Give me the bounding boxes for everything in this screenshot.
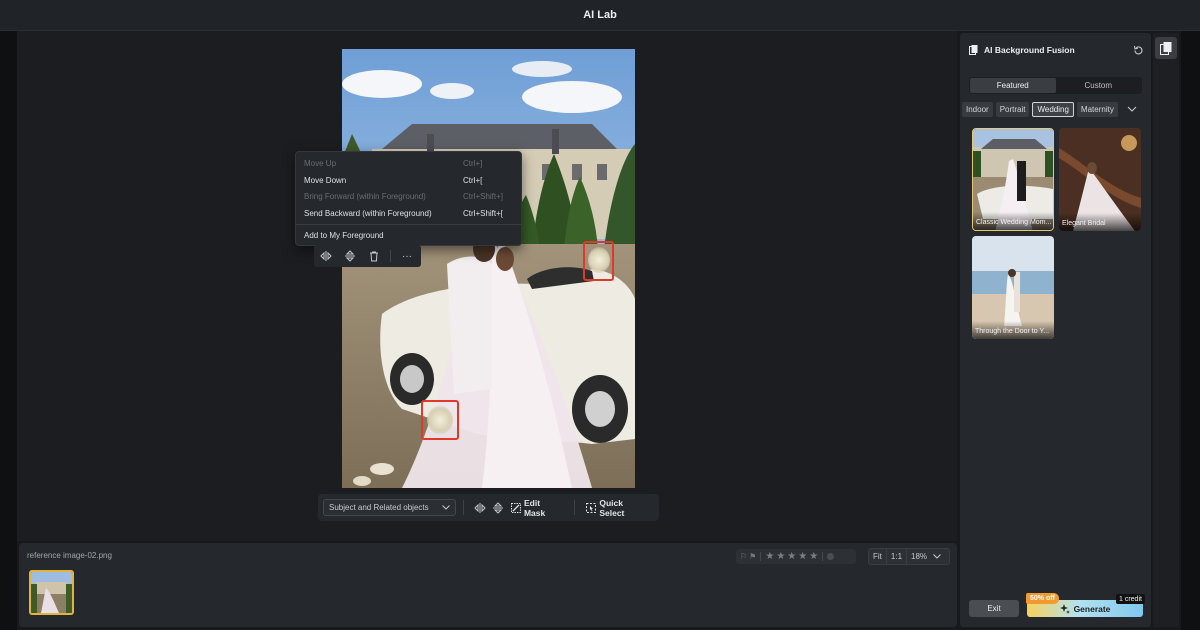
star-icon[interactable]: ★ [787, 551, 796, 562]
rating-divider [760, 552, 762, 561]
filmstrip-thumbnail[interactable] [29, 570, 74, 615]
flag-reject-icon[interactable]: ⚐ [740, 552, 747, 561]
menu-item-add-to-foreground[interactable]: Add to My Foreground [296, 227, 521, 243]
ai-background-fusion-panel: AI Background Fusion Featured Custom Ind… [960, 33, 1151, 627]
preset-label: Classic Wedding Mom... [973, 212, 1053, 230]
preset-card-classic-wedding[interactable]: Classic Wedding Mom... [972, 128, 1054, 231]
flip-horizontal-icon[interactable] [314, 245, 338, 267]
selection-mode-value: Subject and Related objects [329, 503, 429, 512]
flip-vertical-icon[interactable] [489, 498, 507, 518]
right-tool-rail [1153, 33, 1179, 627]
artifact-patch-lower [427, 406, 453, 434]
toolbar-divider [463, 500, 465, 515]
left-gutter [0, 31, 17, 630]
category-chips: Indoor Portrait Wedding Maternity [962, 101, 1149, 117]
tab-featured[interactable]: Featured [970, 78, 1056, 93]
quick-select-icon [586, 502, 597, 513]
right-gutter [1181, 31, 1200, 630]
selection-mode-dropdown[interactable]: Subject and Related objects [323, 499, 457, 516]
category-indoor[interactable]: Indoor [962, 101, 993, 117]
zoom-level-dropdown[interactable]: 18% [907, 549, 945, 564]
star-icon[interactable]: ★ [798, 551, 807, 562]
panel-title: AI Background Fusion [969, 45, 1075, 55]
menu-item-bring-forward[interactable]: Bring Forward (within Foreground) Ctrl+S… [296, 188, 521, 204]
category-wedding[interactable]: Wedding [1032, 101, 1074, 117]
panel-header: AI Background Fusion [969, 43, 1144, 57]
reset-icon[interactable] [1133, 45, 1144, 56]
tab-custom[interactable]: Custom [1056, 78, 1142, 93]
credit-badge: 1 credit [1116, 594, 1145, 604]
flag-pick-icon[interactable]: ⚑ [749, 552, 756, 561]
canvas-area[interactable] [17, 31, 957, 541]
flip-horizontal-icon[interactable] [471, 498, 489, 518]
preset-card-through-the-door[interactable]: Through the Door to Y... [972, 236, 1054, 339]
ai-background-fusion-tool-button[interactable] [1155, 37, 1177, 59]
ai-background-fusion-icon [969, 45, 978, 55]
menu-item-move-up[interactable]: Move Up Ctrl+] [296, 155, 521, 171]
preset-source-tabs: Featured Custom [969, 77, 1142, 94]
toolbar-divider [390, 250, 391, 262]
artifact-patch-upper [588, 247, 610, 273]
exit-button[interactable]: Exit [969, 600, 1019, 617]
zoom-level-value: 18% [911, 552, 928, 561]
delete-icon[interactable] [362, 245, 386, 267]
zoom-1to1-button[interactable]: 1:1 [887, 549, 906, 564]
flip-vertical-icon[interactable] [338, 245, 362, 267]
edit-mask-icon [511, 502, 521, 513]
rating-divider [822, 552, 824, 561]
quick-select-button[interactable]: Quick Select [582, 498, 654, 518]
category-maternity[interactable]: Maternity [1076, 101, 1118, 117]
preset-card-elegant-bridal[interactable]: Elegant Bridal [1059, 128, 1141, 231]
star-icon[interactable]: ★ [765, 551, 774, 562]
rating-bar: ⚐ ⚑ ★ ★ ★ ★ ★ [736, 549, 856, 564]
toolbar-divider [574, 500, 576, 515]
expand-categories-chevron-icon[interactable] [1127, 106, 1137, 112]
app-window: AI Lab Move Up Ctrl+] Move Down Ctrl+[B… [0, 0, 1200, 630]
category-portrait[interactable]: Portrait [995, 101, 1030, 117]
menu-item-send-backward[interactable]: Send Backward (within Foreground) Ctrl+S… [296, 205, 521, 221]
star-icon[interactable]: ★ [776, 551, 785, 562]
title-bar: AI Lab [0, 0, 1200, 31]
chevron-down-icon [442, 505, 451, 510]
zoom-fit-button[interactable]: Fit [869, 549, 886, 564]
menu-item-move-down[interactable]: Move Down Ctrl+[ [296, 172, 521, 188]
chevron-down-icon [933, 554, 941, 559]
discount-badge: 50% off [1026, 593, 1059, 604]
object-mini-toolbar: ··· [314, 245, 421, 267]
sparkle-icon [1059, 603, 1070, 614]
layer-context-menu: Move Up Ctrl+] Move Down Ctrl+[ Bring Fo… [295, 151, 522, 246]
preset-label: Through the Door to Y... [972, 321, 1054, 339]
more-options-icon[interactable]: ··· [395, 245, 419, 267]
star-icon[interactable]: ★ [809, 551, 818, 562]
window-title: AI Lab [583, 9, 617, 21]
zoom-controls: Fit 1:1 18% [868, 548, 950, 565]
main-photo[interactable] [342, 49, 635, 488]
preset-label: Elegant Bridal [1059, 213, 1141, 231]
menu-divider [296, 224, 521, 225]
edit-mask-button[interactable]: Edit Mask [507, 498, 567, 518]
current-filename: reference image-02.png [27, 551, 112, 560]
selection-toolbar: Subject and Related objects Edit Mask Qu… [318, 494, 659, 521]
color-label-icon[interactable] [827, 553, 835, 560]
ai-background-fusion-icon [1160, 41, 1172, 55]
